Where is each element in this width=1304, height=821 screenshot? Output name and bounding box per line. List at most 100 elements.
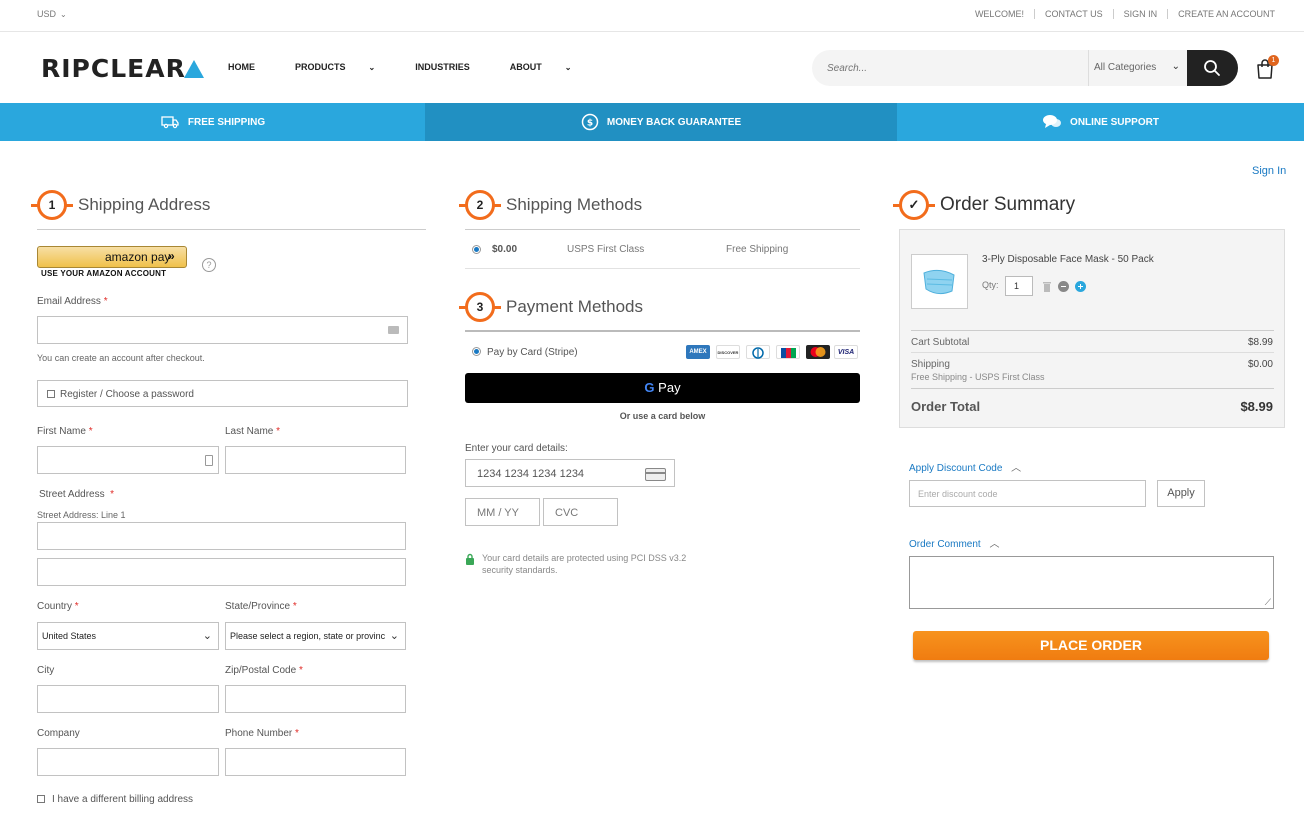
email-hint: You can create an account after checkout… [37, 353, 205, 363]
promo-free-shipping-label: FREE SHIPPING [187, 116, 266, 128]
order-comment-toggle[interactable]: Order Comment ︿ [909, 535, 999, 550]
zip-label: Zip/Postal Code * [225, 665, 303, 676]
section-title: Order Summary [940, 194, 1076, 215]
shipping-method-radio[interactable] [472, 245, 481, 254]
street-line1-field[interactable] [37, 522, 406, 550]
dollar-coin-icon: $ [581, 113, 599, 131]
divider [465, 268, 860, 269]
qty-input[interactable]: 1 [1005, 276, 1033, 296]
chevron-down-icon: ⌄ [368, 63, 376, 72]
search-category-select[interactable]: All Categories ⌄ [1088, 50, 1188, 86]
phone-field[interactable] [225, 748, 406, 776]
logo-triangle-icon [183, 60, 204, 78]
state-select[interactable]: Please select a region, state or provinc… [225, 622, 406, 650]
shipping-methods-heading: 2 Shipping Methods [459, 190, 642, 220]
required-mark: * [295, 728, 299, 739]
promo-money-back-label: MONEY BACK GUARANTEE [606, 116, 742, 128]
first-name-field[interactable] [37, 446, 219, 474]
company-field[interactable] [37, 748, 219, 776]
street-address-label: Street Address * [39, 489, 114, 500]
search-icon [1204, 60, 1220, 76]
street-line2-field[interactable] [37, 558, 406, 586]
create-account-link[interactable]: CREATE AN ACCOUNT [1167, 9, 1285, 19]
expiry-field[interactable]: MM / YY [465, 498, 540, 526]
contact-us-link[interactable]: CONTACT US [1033, 9, 1113, 19]
payment-method-radio[interactable] [472, 347, 481, 356]
phone-label: Phone Number * [225, 728, 299, 739]
nav-about[interactable]: ABOUT ⌄ [510, 62, 592, 72]
promo-online-support-label: ONLINE SUPPORT [1070, 116, 1159, 128]
payment-methods-heading: 3 Payment Methods [459, 292, 643, 322]
product-name[interactable]: 3-Ply Disposable Face Mask - 50 Pack [982, 254, 1154, 265]
chat-icon [1042, 114, 1062, 130]
credit-card-icon [645, 468, 666, 481]
order-total-value: $8.99 [1240, 399, 1273, 414]
country-select[interactable]: United States ⌄ [37, 622, 219, 650]
order-comment-textarea[interactable]: ⟋ [909, 556, 1274, 609]
city-field[interactable] [37, 685, 219, 713]
google-pay-button[interactable]: G Pay [465, 373, 860, 403]
section-title: Shipping Address [78, 195, 211, 214]
amazon-pay-label: amazon pay [105, 250, 171, 264]
required-mark: * [88, 426, 93, 437]
shipping-detail: Free Shipping - USPS First Class [911, 372, 1045, 382]
place-order-button[interactable]: PLACE ORDER [913, 631, 1269, 660]
register-checkbox-row[interactable]: Register / Choose a password [37, 380, 408, 407]
discount-code-label: Apply Discount Code [909, 463, 1003, 474]
search-button[interactable] [1187, 50, 1238, 86]
shipping-address-heading: 1 Shipping Address [31, 190, 211, 220]
first-name-label-text: First Name [37, 426, 86, 437]
cvc-field[interactable]: CVC [543, 498, 618, 526]
search-input[interactable] [812, 50, 1088, 86]
chevron-down-icon: ⌄ [389, 630, 399, 642]
currency-switcher[interactable]: USD ⌄ [37, 9, 67, 19]
nav-home[interactable]: HOME [228, 62, 275, 72]
chevron-up-icon: ︿ [1011, 463, 1022, 474]
security-note: Your card details are protected using PC… [482, 552, 686, 576]
minus-circle-icon[interactable] [1058, 281, 1069, 292]
nav-products-label: PRODUCTS [295, 62, 346, 72]
last-name-field[interactable] [225, 446, 406, 474]
nav-products[interactable]: PRODUCTS ⌄ [295, 62, 395, 72]
sign-in-link[interactable]: Sign In [1252, 165, 1286, 177]
last-name-label-text: Last Name [225, 426, 274, 437]
subtotal-label: Cart Subtotal [911, 337, 970, 348]
card-number-field[interactable]: 1234 1234 1234 1234 [465, 459, 675, 487]
expiry-placeholder: MM / YY [477, 507, 519, 519]
nav-about-label: ABOUT [509, 62, 542, 72]
email-field[interactable] [37, 316, 408, 344]
logo-text: RIPCLEAR [41, 54, 186, 83]
nav-home-label: HOME [228, 62, 255, 72]
security-note-line1: Your card details are protected using PC… [482, 553, 687, 563]
cart-button[interactable]: 1 [1254, 55, 1279, 80]
truck-icon [160, 115, 180, 129]
chevron-down-icon: ⌄ [60, 10, 67, 19]
amazon-pay-button[interactable]: amazon pay » USE YOUR AMAZON ACCOUNT [37, 246, 187, 280]
diners-club-icon [746, 345, 770, 359]
nav-industries[interactable]: INDUSTRIES [415, 62, 490, 72]
plus-circle-icon[interactable] [1075, 281, 1086, 292]
trash-icon[interactable] [1042, 281, 1052, 295]
product-thumbnail[interactable] [911, 254, 968, 309]
visa-icon: VISA [834, 345, 858, 359]
cvc-placeholder: CVC [555, 507, 579, 519]
check-icon: ✓ [893, 190, 935, 220]
country-label: Country * [37, 601, 79, 612]
help-icon[interactable]: ? [202, 258, 216, 272]
subtotal-value: $8.99 [1247, 337, 1273, 348]
zip-field[interactable] [225, 685, 406, 713]
nav-industries-label: INDUSTRIES [415, 62, 470, 72]
logo[interactable]: RIPCLEAR [41, 54, 204, 83]
sign-in-link[interactable]: SIGN IN [1112, 9, 1168, 19]
apply-discount-button[interactable]: Apply [1157, 480, 1205, 507]
required-mark: * [298, 665, 303, 676]
register-checkbox[interactable] [47, 390, 55, 398]
discount-code-input[interactable]: Enter discount code [909, 480, 1146, 507]
qty-label: Qty: [982, 280, 999, 290]
divider [37, 229, 426, 230]
autofill-contact-icon [388, 326, 399, 334]
discount-code-toggle[interactable]: Apply Discount Code ︿ [909, 459, 1021, 474]
currency-label: USD [37, 9, 57, 19]
divider [911, 388, 1274, 389]
billing-address-checkbox[interactable] [37, 795, 45, 803]
